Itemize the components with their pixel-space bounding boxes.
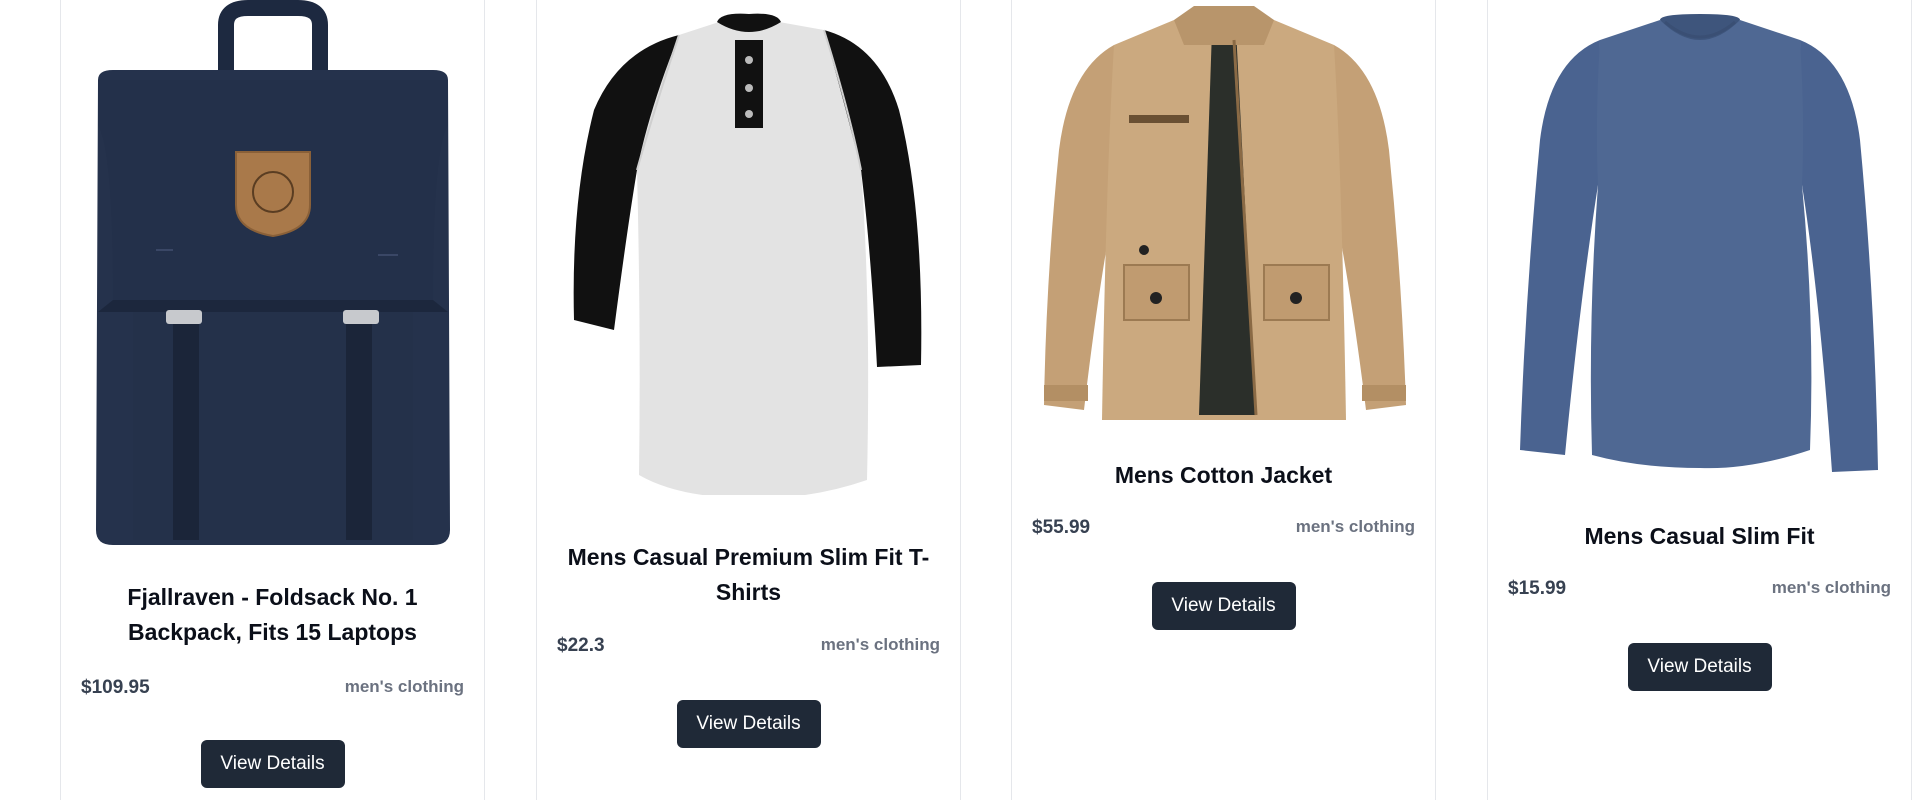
product-price: $15.99 [1508, 578, 1567, 599]
product-price: $22.3 [557, 635, 605, 656]
product-image[interactable] [1012, 0, 1435, 420]
product-card: Mens Casual Slim Fit $15.99 men's clothi… [1487, 0, 1912, 800]
product-title[interactable]: Mens Casual Premium Slim Fit T-Shirts [557, 540, 940, 610]
raglan-tshirt-image [573, 13, 921, 495]
product-title[interactable]: Mens Casual Slim Fit [1508, 519, 1891, 554]
view-details-button[interactable]: View Details [1627, 643, 1772, 691]
product-image[interactable] [61, 0, 484, 555]
product-price: $109.95 [81, 677, 150, 698]
cotton-jacket-image [1043, 6, 1406, 420]
product-category: men's clothing [344, 677, 464, 696]
product-card: Fjallraven - Foldsack No. 1 Backpack, Fi… [60, 0, 485, 800]
product-card: Mens Cotton Jacket $55.99 men's clothing… [1011, 0, 1436, 800]
product-image[interactable] [537, 0, 960, 495]
longsleeve-shirt-image [1519, 14, 1878, 472]
product-grid: Fjallraven - Foldsack No. 1 Backpack, Fi… [0, 0, 1920, 800]
product-category: men's clothing [1295, 517, 1415, 536]
product-title[interactable]: Mens Cotton Jacket [1032, 458, 1415, 493]
product-card: Mens Casual Premium Slim Fit T-Shirts $2… [536, 0, 961, 800]
view-details-button[interactable]: View Details [200, 740, 345, 788]
product-price: $55.99 [1032, 517, 1091, 538]
product-category: men's clothing [1771, 578, 1891, 597]
product-category: men's clothing [820, 635, 940, 654]
product-title[interactable]: Fjallraven - Foldsack No. 1 Backpack, Fi… [81, 580, 464, 650]
backpack-image [95, 0, 450, 545]
view-details-button[interactable]: View Details [1151, 582, 1296, 630]
product-image[interactable] [1488, 0, 1911, 480]
view-details-button[interactable]: View Details [676, 700, 821, 748]
